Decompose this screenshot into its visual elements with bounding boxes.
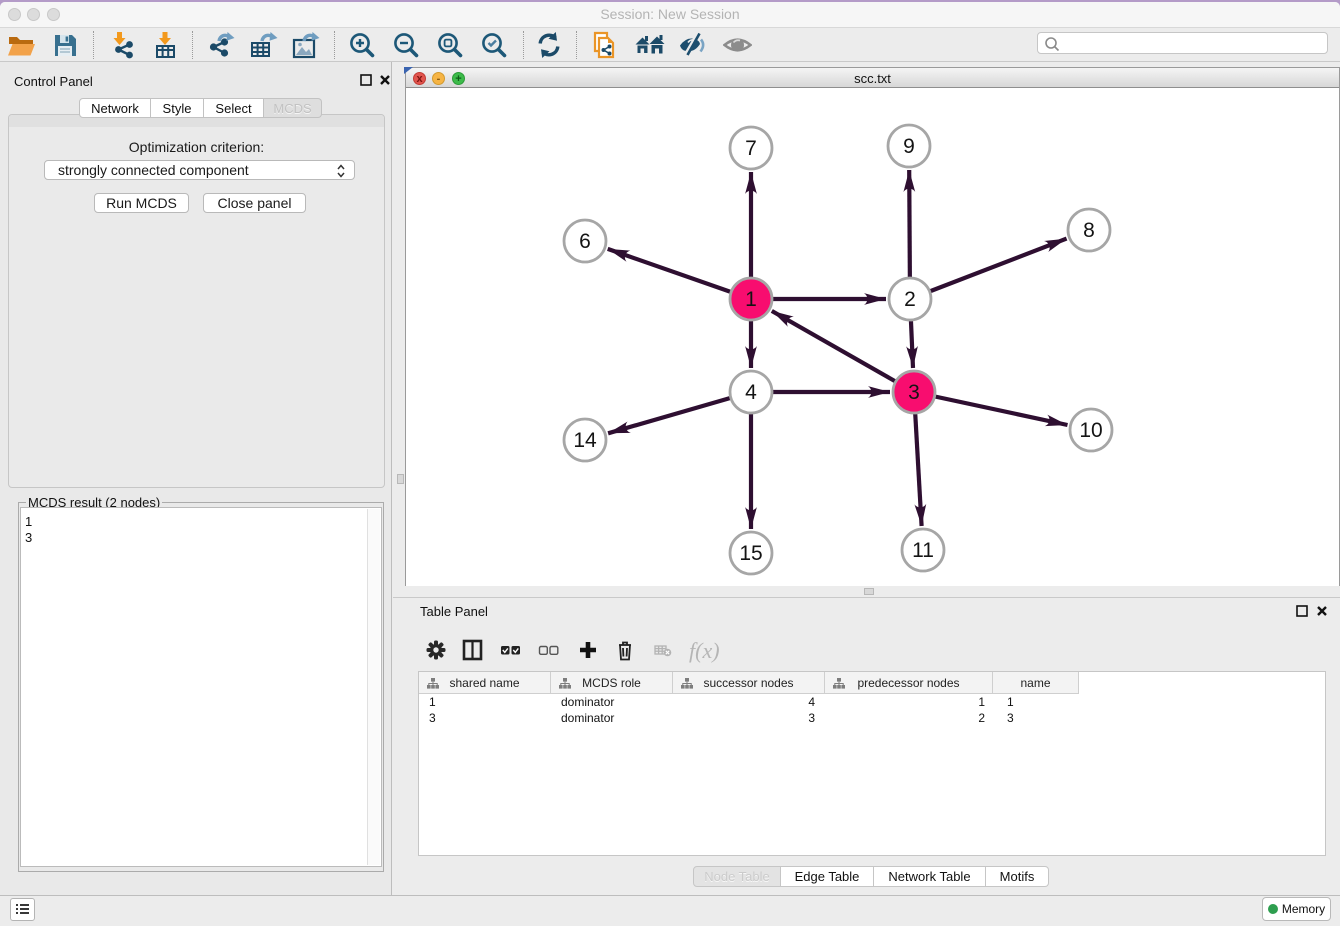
svg-text:8: 8	[1083, 219, 1095, 242]
svg-text:1: 1	[745, 288, 757, 311]
svg-text:10: 10	[1079, 419, 1102, 442]
svg-text:f(x): f(x)	[689, 638, 720, 663]
svg-text:3: 3	[908, 381, 920, 404]
svg-text:15: 15	[739, 542, 762, 565]
svg-text:14: 14	[573, 429, 597, 452]
svg-text:4: 4	[745, 381, 757, 404]
svg-text:9: 9	[903, 135, 915, 158]
svg-text:2: 2	[904, 288, 916, 311]
svg-text:11: 11	[912, 539, 934, 562]
svg-text:6: 6	[579, 230, 591, 253]
svg-text:7: 7	[745, 137, 757, 160]
